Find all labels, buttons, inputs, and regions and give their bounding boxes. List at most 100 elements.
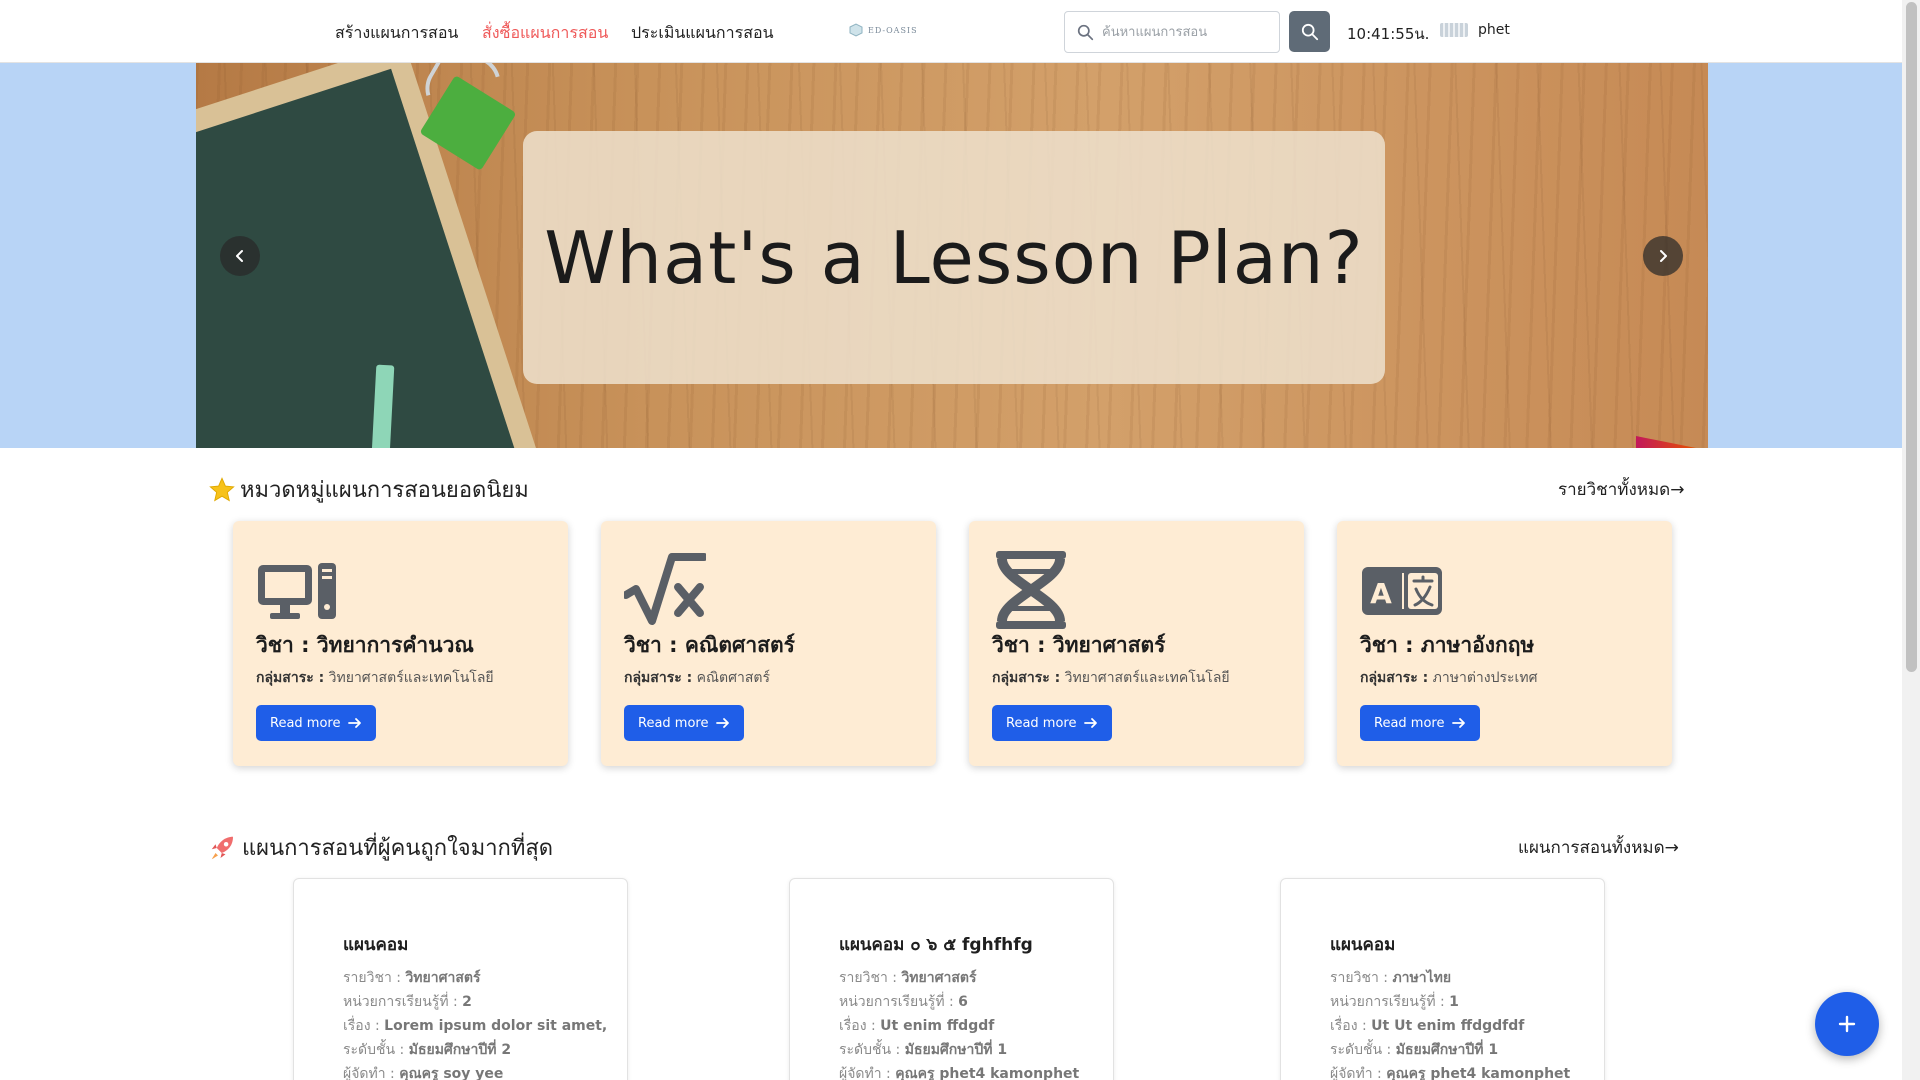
- nav-order-plan[interactable]: สั่งซื้อแผนการสอน: [482, 21, 608, 46]
- carousel-prev-button[interactable]: [220, 236, 260, 276]
- plan-title: แผนคอม: [1330, 935, 1396, 955]
- plan-author: ผู้จัดทำ : คุณครู soy yee: [343, 1063, 503, 1080]
- plan-author-label: ผู้จัดทำ :: [1330, 1066, 1382, 1080]
- all-subjects-link[interactable]: รายวิชาทั้งหมด→: [1558, 476, 1684, 503]
- logo-mark-icon: [849, 23, 863, 37]
- plan-course-label: รายวิชา :: [839, 970, 897, 986]
- search-input[interactable]: [1102, 24, 1272, 40]
- plan-card[interactable]: แผนคอม รายวิชา : วิทยาศาสตร์ หน่วยการเรี…: [293, 878, 628, 1080]
- banner-title: What's a Lesson Plan?: [544, 215, 1364, 300]
- read-more-label: Read more: [270, 715, 341, 731]
- plan-course: รายวิชา : วิทยาศาสตร์: [839, 967, 977, 989]
- clock: 10:41:55น.: [1347, 25, 1430, 43]
- group-label: กลุ่มสาระ :: [256, 670, 325, 686]
- plan-unit-label: หน่วยการเรียนรู้ที่ :: [343, 994, 458, 1010]
- plan-author-label: ผู้จัดทำ :: [343, 1066, 395, 1080]
- plan-course: รายวิชา : วิทยาศาสตร์: [343, 967, 481, 989]
- category-subject: วิชา : วิทยาการคำนวณ: [256, 633, 474, 657]
- plan-unit-value: 1: [1449, 994, 1459, 1010]
- star-icon: [209, 476, 235, 501]
- page-scrollbar[interactable]: [1902, 0, 1920, 1080]
- search-button[interactable]: [1289, 11, 1330, 52]
- language-icon: A: [1362, 567, 1442, 615]
- category-card: วิชา : วิทยาการคำนวณ กลุ่มสาระ : วิทยาศา…: [233, 521, 568, 766]
- plan-level: ระดับชั้น : มัธยมศึกษาปีที่ 1: [1330, 1039, 1498, 1061]
- dna-icon: [996, 551, 1066, 629]
- avatar: [1440, 23, 1468, 37]
- plus-icon: [1838, 1015, 1856, 1033]
- category-group: กลุ่มสาระ : วิทยาศาสตร์และเทคโนโลยี: [256, 667, 494, 689]
- logo-text: ED-OASIS: [868, 25, 918, 35]
- category-subject: วิชา : วิทยาศาสตร์: [992, 633, 1166, 657]
- plan-course-value: วิทยาศาสตร์: [405, 970, 481, 986]
- group-value: วิทยาศาสตร์และเทคโนโลยี: [328, 670, 494, 686]
- plan-author-value: คุณครู phet4 kamonphet: [1386, 1066, 1571, 1080]
- group-label: กลุ่มสาระ :: [624, 670, 693, 686]
- plan-level-label: ระดับชั้น :: [839, 1042, 901, 1058]
- svg-text:A: A: [1370, 577, 1392, 610]
- category-card: วิชา : วิทยาศาสตร์ กลุ่มสาระ : วิทยาศาสต…: [969, 521, 1304, 766]
- read-more-button[interactable]: Read more: [256, 705, 377, 741]
- read-more-button[interactable]: Read more: [992, 705, 1113, 741]
- plan-topic-label: เรื่อง :: [1330, 1018, 1367, 1034]
- all-plans-link[interactable]: แผนการสอนทั้งหมด→: [1518, 834, 1679, 861]
- read-more-label: Read more: [1006, 715, 1077, 731]
- username: phet: [1478, 22, 1510, 38]
- category-subject: วิชา : ภาษาอังกฤษ: [1360, 633, 1535, 657]
- search-icon: [1077, 24, 1094, 40]
- plan-author-label: ผู้จัดทำ :: [839, 1066, 891, 1080]
- popular-categories-heading: หมวดหมู่แผนการสอนยอดนิยม: [208, 472, 529, 507]
- square-root-icon: [624, 553, 706, 625]
- plan-topic-label: เรื่อง :: [343, 1018, 380, 1034]
- search-field[interactable]: [1064, 11, 1280, 53]
- brand-logo[interactable]: ED-OASIS: [848, 22, 918, 38]
- plan-topic-value: Ut Ut enim ffdgdfdf: [1371, 1018, 1525, 1034]
- category-group: กลุ่มสาระ : ภาษาต่างประเทศ: [1360, 667, 1537, 689]
- category-card: วิชา : คณิตศาสตร์ กลุ่มสาระ : คณิตศาสตร์…: [601, 521, 936, 766]
- scrollbar-thumb[interactable]: [1906, 2, 1917, 672]
- plan-level-value: มัธยมศึกษาปีที่ 1: [1395, 1042, 1499, 1058]
- category-group: กลุ่มสาระ : คณิตศาสตร์: [624, 667, 770, 689]
- plan-card[interactable]: แผนคอม ๐ ๖ ๕ fghfhfg รายวิชา : วิทยาศาสต…: [789, 878, 1114, 1080]
- plan-unit-label: หน่วยการเรียนรู้ที่ :: [839, 994, 954, 1010]
- plan-card[interactable]: แผนคอม รายวิชา : ภาษาไทย หน่วยการเรียนรู…: [1280, 878, 1605, 1080]
- carousel-next-button[interactable]: [1643, 236, 1683, 276]
- plan-level-value: มัธยมศึกษาปีที่ 1: [904, 1042, 1008, 1058]
- category-group: กลุ่มสาระ : วิทยาศาสตร์และเทคโนโลยี: [992, 667, 1230, 689]
- section-title-text: แผนการสอนที่ผู้คนถูกใจมากที่สุด: [242, 836, 554, 861]
- arrow-right-icon: [716, 718, 730, 728]
- plan-unit: หน่วยการเรียนรู้ที่ : 1: [1330, 991, 1459, 1013]
- user-menu[interactable]: phet: [1440, 22, 1510, 38]
- plan-level: ระดับชั้น : มัธยมศึกษาปีที่ 2: [343, 1039, 511, 1061]
- group-value: ภาษาต่างประเทศ: [1432, 670, 1538, 686]
- search-icon: [1301, 23, 1318, 40]
- arrow-right-icon: [1084, 718, 1098, 728]
- plan-topic: เรื่อง : Ut Ut enim ffdgdfdf: [1330, 1015, 1524, 1037]
- nav-create-plan[interactable]: สร้างแผนการสอน: [335, 21, 458, 46]
- plan-course-value: ภาษาไทย: [1392, 970, 1452, 986]
- plan-course-label: รายวิชา :: [343, 970, 401, 986]
- plan-unit-value: 6: [958, 994, 968, 1010]
- read-more-button[interactable]: Read more: [624, 705, 745, 741]
- plan-unit: หน่วยการเรียนรู้ที่ : 6: [839, 991, 968, 1013]
- plan-unit: หน่วยการเรียนรู้ที่ : 2: [343, 991, 472, 1013]
- add-plan-fab-button[interactable]: [1815, 992, 1879, 1056]
- read-more-label: Read more: [638, 715, 709, 731]
- plan-unit-label: หน่วยการเรียนรู้ที่ :: [1330, 994, 1445, 1010]
- section-title-text: หมวดหมู่แผนการสอนยอดนิยม: [240, 478, 529, 503]
- plan-author-value: คุณครู soy yee: [399, 1066, 504, 1080]
- plan-course-label: รายวิชา :: [1330, 970, 1388, 986]
- group-value: วิทยาศาสตร์และเทคโนโลยี: [1064, 670, 1230, 686]
- read-more-button[interactable]: Read more: [1360, 705, 1481, 741]
- plan-level-value: มัธยมศึกษาปีที่ 2: [408, 1042, 512, 1058]
- plan-author: ผู้จัดทำ : คุณครู phet4 kamonphet: [1330, 1063, 1570, 1080]
- chevron-right-icon: [1660, 250, 1667, 262]
- plan-topic-value: Lorem ipsum dolor sit amet,: [384, 1018, 608, 1034]
- group-label: กลุ่มสาระ :: [1360, 670, 1429, 686]
- chevron-left-icon: [236, 250, 243, 262]
- plan-level: ระดับชั้น : มัธยมศึกษาปีที่ 1: [839, 1039, 1007, 1061]
- nav-evaluate-plan[interactable]: ประเมินแผนการสอน: [631, 21, 774, 46]
- hero-carousel: What's a Lesson Plan?: [0, 63, 1902, 448]
- read-more-label: Read more: [1374, 715, 1445, 731]
- group-value: คณิตศาสตร์: [696, 670, 771, 686]
